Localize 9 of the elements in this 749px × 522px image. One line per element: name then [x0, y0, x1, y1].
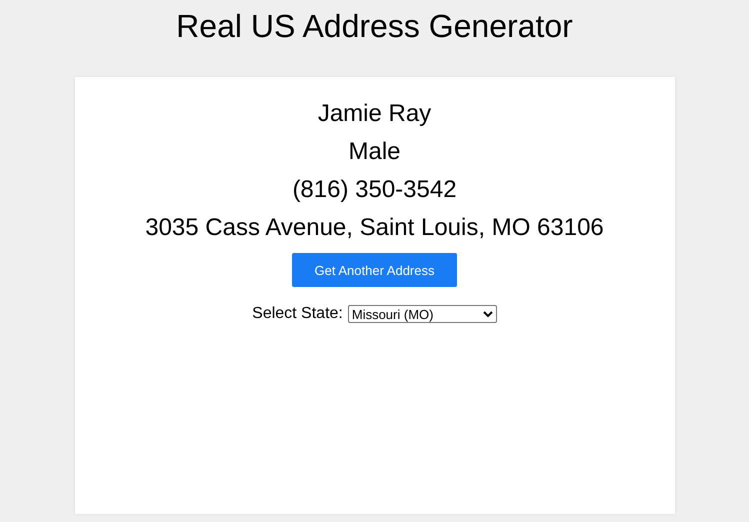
phone-number: (816) 350-3542 — [292, 175, 457, 205]
chevron-down-icon — [482, 310, 493, 318]
person-gender: Male — [348, 137, 401, 167]
state-dropdown[interactable]: Missouri (MO) — [348, 305, 497, 323]
page-title: Real US Address Generator — [175, 7, 574, 46]
person-name: Jamie Ray — [318, 99, 432, 129]
street-address: 3035 Cass Avenue, Saint Louis, MO 63106 — [145, 213, 604, 243]
state-label: Select State: — [252, 305, 343, 323]
get-another-address-button[interactable]: Get Another Address — [292, 253, 457, 287]
